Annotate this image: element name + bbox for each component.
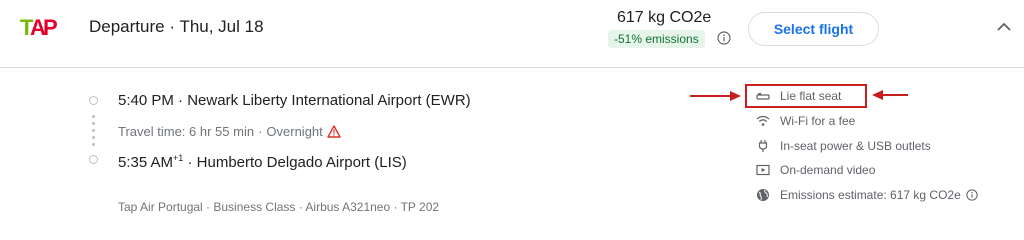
departure-time: 5:40 PM (118, 92, 174, 109)
arrival-time: 5:35 AM (118, 154, 174, 171)
amenity-label: In-seat power & USB outlets (780, 139, 931, 153)
timeline-dot (92, 129, 95, 132)
arrival-segment: 5:35 AM+1 · Humberto Delgado Airport (LI… (118, 153, 407, 171)
amenity-item: On-demand video (756, 161, 875, 179)
travel-info: Travel time: 6 hr 55 min · Overnight (118, 124, 341, 139)
wifi-icon (756, 115, 770, 126)
flight-details: Tap Air Portugal · Business Class · Airb… (118, 200, 440, 214)
info-icon[interactable] (717, 31, 731, 45)
separator: · (258, 124, 263, 139)
overnight-label: Overnight (266, 124, 323, 139)
separator: · (169, 17, 176, 36)
separator: · (187, 154, 193, 171)
warning-icon (327, 125, 341, 138)
amenity-item: In-seat power & USB outlets (756, 137, 931, 155)
video-icon (756, 164, 770, 176)
select-flight-button[interactable]: Select flight (748, 12, 879, 46)
amenity-label: Emissions estimate: 617 kg CO2e (780, 188, 961, 202)
arrival-airport: Humberto Delgado Airport (LIS) (196, 154, 407, 171)
day-offset: +1 (173, 153, 184, 163)
chevron-up-icon[interactable] (996, 21, 1012, 33)
info-icon[interactable] (966, 189, 978, 201)
departure-segment: 5:40 PM · Newark Liberty International A… (118, 92, 471, 109)
amenity-item: Emissions estimate: 617 kg CO2e (756, 186, 978, 204)
annotation-highlight-box (745, 84, 867, 108)
travel-duration: Travel time: 6 hr 55 min (118, 124, 255, 139)
emissions-value: 617 kg CO2e (617, 9, 712, 26)
timeline-dot (92, 122, 95, 125)
globe-icon (757, 189, 769, 201)
power-plug-icon (758, 140, 768, 152)
amenity-label: On-demand video (780, 163, 876, 177)
tap-air-portugal-logo: T A P (20, 15, 58, 40)
amenity-label: Wi-Fi for a fee (780, 114, 856, 128)
departure-marker (89, 96, 98, 105)
divider (0, 67, 1024, 68)
svg-text:P: P (43, 15, 58, 40)
timeline-dot (92, 143, 95, 146)
departure-label: Departure (89, 17, 165, 36)
amenity-item: Wi-Fi for a fee (756, 112, 855, 130)
separator: · (178, 92, 184, 109)
annotation-arrow-left-icon (872, 90, 908, 100)
departure-date: Thu, Jul 18 (179, 17, 264, 36)
arrival-marker (89, 155, 98, 164)
emissions-badge: -51% emissions (608, 30, 705, 48)
departure-airport: Newark Liberty International Airport (EW… (187, 92, 471, 109)
departure-heading: Departure · Thu, Jul 18 (89, 17, 264, 37)
timeline-dot (92, 136, 95, 139)
timeline-dot (92, 115, 95, 118)
annotation-arrow-right-icon (690, 91, 741, 101)
